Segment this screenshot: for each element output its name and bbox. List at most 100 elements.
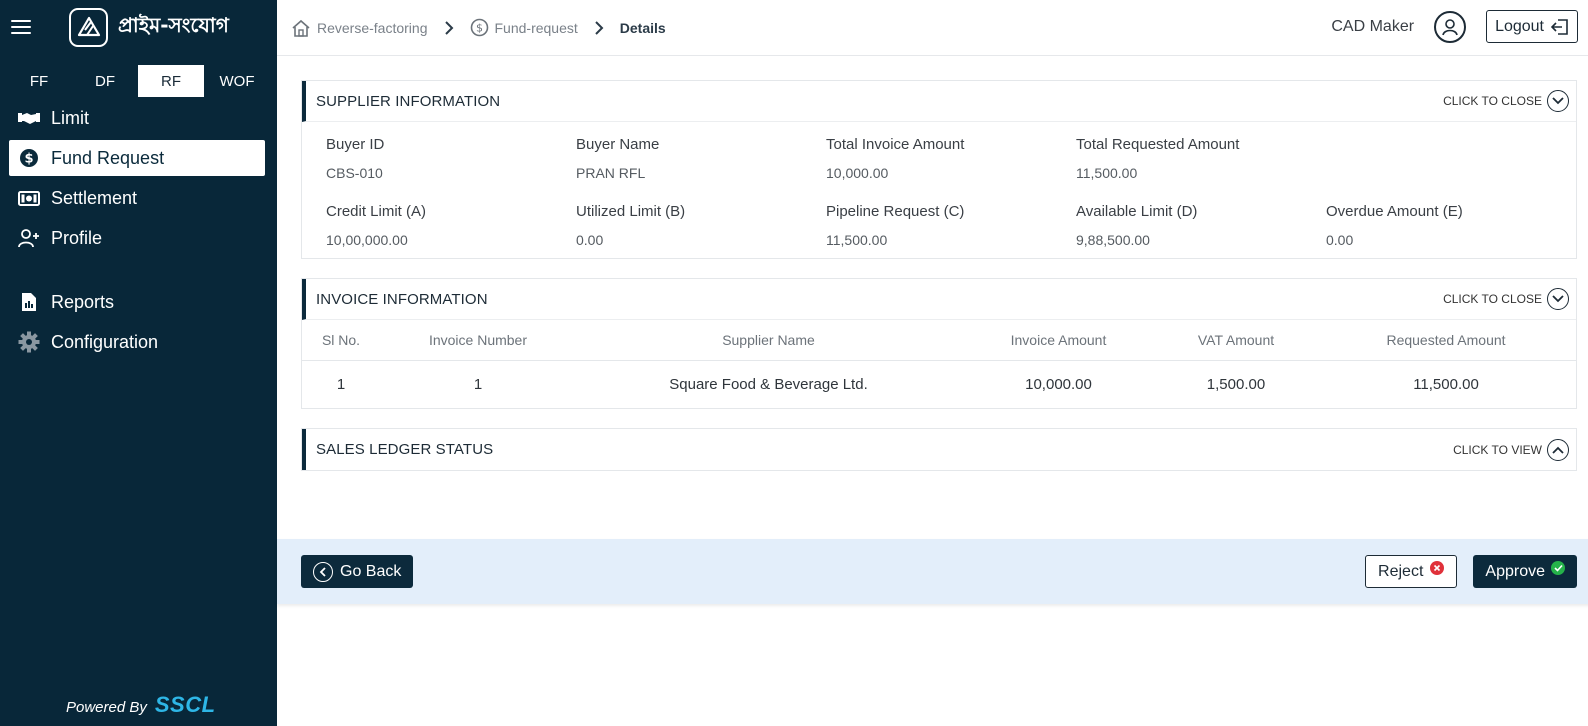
go-back-button[interactable]: Go Back: [301, 555, 414, 588]
dollar-circle-icon: $: [17, 148, 41, 168]
handshake-icon: [17, 108, 41, 128]
chevron-right-icon: [444, 20, 454, 35]
decision-buttons: Reject Approve: [1365, 555, 1577, 588]
toggle-label: CLICK TO VIEW: [1453, 442, 1542, 457]
invoice-panel-header: INVOICE INFORMATION CLICK TO CLOSE: [302, 279, 1576, 320]
cell-invoice-amount: 10,000.00: [1025, 375, 1092, 393]
field-value: 0.00: [1326, 232, 1354, 248]
panel-title: SUPPLIER INFORMATION: [316, 92, 501, 110]
field-label: Pipeline Request (C): [826, 203, 965, 220]
reject-button[interactable]: Reject: [1365, 555, 1458, 588]
report-file-icon: [17, 292, 41, 312]
svg-text:$: $: [24, 152, 33, 167]
sidebar-header: প্রাইম-সংযোগ: [0, 0, 277, 54]
info-utilized-limit: Utilized Limit (B) 0.00: [576, 203, 826, 248]
invoice-table: Sl No. Invoice Number Supplier Name Invo…: [302, 320, 1576, 408]
supplier-panel-header: SUPPLIER INFORMATION CLICK TO CLOSE: [302, 81, 1576, 122]
col-header-invoice-number: Invoice Number: [380, 320, 576, 361]
tab-df[interactable]: DF: [72, 65, 138, 97]
breadcrumb-reverse-factoring[interactable]: Reverse-factoring: [291, 19, 428, 37]
sales-panel-header: SALES LEDGER STATUS CLICK TO VIEW: [302, 429, 1576, 470]
sidebar-item-settlement[interactable]: Settlement: [9, 180, 265, 216]
sidebar-item-label: Reports: [51, 291, 115, 312]
logout-icon: [1551, 18, 1569, 35]
sidebar-item-reports[interactable]: Reports: [9, 284, 265, 320]
go-back-label: Go Back: [340, 562, 402, 580]
info-available-limit: Available Limit (D) 9,88,500.00: [1076, 203, 1326, 248]
field-value: 0.00: [576, 232, 604, 248]
field-value: 9,88,500.00: [1076, 232, 1150, 248]
sidebar-item-label: Configuration: [51, 331, 159, 352]
cell-sl-no: 1: [336, 375, 346, 393]
info-total-invoice-amount: Total Invoice Amount 10,000.00: [826, 136, 1076, 181]
chevron-left-circle-icon: [313, 561, 333, 582]
field-label: Buyer Name: [576, 136, 660, 153]
powered-by-label: Powered By: [66, 699, 147, 716]
field-value: CBS-010: [326, 165, 383, 181]
username: CAD Maker: [1331, 17, 1415, 35]
sscl-logo: SSCL: [154, 692, 216, 717]
user-avatar-icon[interactable]: [1434, 10, 1467, 43]
sales-toggle-button[interactable]: CLICK TO VIEW: [1453, 438, 1569, 461]
gear-icon: [17, 331, 41, 353]
sidebar-item-label: Profile: [51, 227, 103, 248]
user-plus-icon: [17, 228, 41, 248]
logout-button[interactable]: Logout: [1486, 10, 1578, 43]
invoice-toggle-button[interactable]: CLICK TO CLOSE: [1443, 288, 1569, 310]
info-buyer-name: Buyer Name PRAN RFL: [576, 136, 826, 181]
breadcrumb-details: Details: [620, 20, 666, 36]
sidebar-item-configuration[interactable]: Configuration: [9, 324, 265, 360]
tab-ff[interactable]: FF: [6, 65, 72, 97]
supplier-toggle-button[interactable]: CLICK TO CLOSE: [1443, 90, 1569, 112]
breadcrumb-fund-request[interactable]: $ Fund-request: [470, 18, 578, 37]
chevron-down-icon: [1547, 288, 1569, 310]
breadcrumb-label: Fund-request: [494, 19, 578, 36]
approve-label: Approve: [1485, 562, 1545, 580]
product-tabs: FF DF RF WOF: [6, 65, 277, 97]
cell-invoice-number: 1: [473, 375, 483, 393]
breadcrumb-label: Reverse-factoring: [317, 19, 428, 36]
col-header-requested-amount: Requested Amount: [1316, 320, 1576, 361]
col-header-supplier-name: Supplier Name: [576, 320, 961, 361]
svg-text:$: $: [476, 22, 483, 35]
sidebar-item-label: Limit: [51, 107, 90, 128]
sidebar: প্রাইম-সংযোগ FF DF RF WOF Limit $ Fund R…: [0, 0, 277, 726]
chevron-down-icon: [1547, 90, 1569, 112]
toggle-label: CLICK TO CLOSE: [1443, 292, 1542, 306]
sidebar-item-limit[interactable]: Limit: [9, 100, 265, 136]
tab-wof[interactable]: WOF: [204, 65, 270, 97]
check-circle-icon: [1551, 561, 1565, 575]
col-header-sl-no: Sl No.: [302, 320, 380, 361]
col-header-vat-amount: VAT Amount: [1156, 320, 1316, 361]
main-content: Reverse-factoring $ Fund-request Details…: [277, 0, 1588, 726]
powered-by: Powered By SSCL: [66, 692, 216, 718]
info-credit-limit: Credit Limit (A) 10,00,000.00: [326, 203, 576, 248]
supplier-info-grid: Buyer ID CBS-010 Buyer Name PRAN RFL Total…: [302, 122, 1576, 258]
invoice-information-panel: INVOICE INFORMATION CLICK TO CLOSE Sl No…: [301, 278, 1577, 409]
top-bar: Reverse-factoring $ Fund-request Details…: [277, 0, 1588, 56]
hamburger-menu-icon[interactable]: [11, 20, 31, 34]
col-header-invoice-amount: Invoice Amount: [961, 320, 1156, 361]
sidebar-nav: Limit $ Fund Request Settlement Profile: [0, 100, 277, 360]
info-pipeline-request: Pipeline Request (C) 11,500.00: [826, 203, 1076, 248]
action-bar: Go Back Reject Approve: [277, 539, 1588, 604]
breadcrumb-label: Details: [619, 19, 666, 36]
chevron-right-icon: [594, 20, 604, 35]
approve-button[interactable]: Approve: [1473, 555, 1577, 588]
banknote-icon: [17, 188, 41, 208]
field-label: Utilized Limit (B): [576, 203, 686, 220]
close-circle-icon: [1430, 561, 1445, 575]
sidebar-item-profile[interactable]: Profile: [9, 220, 265, 256]
tab-rf[interactable]: RF: [138, 65, 204, 97]
logout-label: Logout: [1495, 17, 1544, 35]
panel-title: SALES LEDGER STATUS: [316, 441, 494, 458]
sidebar-item-fund-request[interactable]: $ Fund Request: [9, 140, 265, 176]
supplier-information-panel: SUPPLIER INFORMATION CLICK TO CLOSE Buye…: [301, 80, 1577, 259]
field-value: 11,500.00: [826, 232, 888, 248]
sales-ledger-status-panel: SALES LEDGER STATUS CLICK TO VIEW: [301, 428, 1577, 471]
field-label: Total Requested Amount: [1076, 136, 1240, 153]
home-icon: [291, 19, 311, 37]
cell-requested-amount: 11,500.00: [1413, 375, 1479, 393]
info-total-requested-amount: Total Requested Amount 11,500.00: [1076, 136, 1326, 181]
field-value: 10,000.00: [826, 165, 889, 181]
